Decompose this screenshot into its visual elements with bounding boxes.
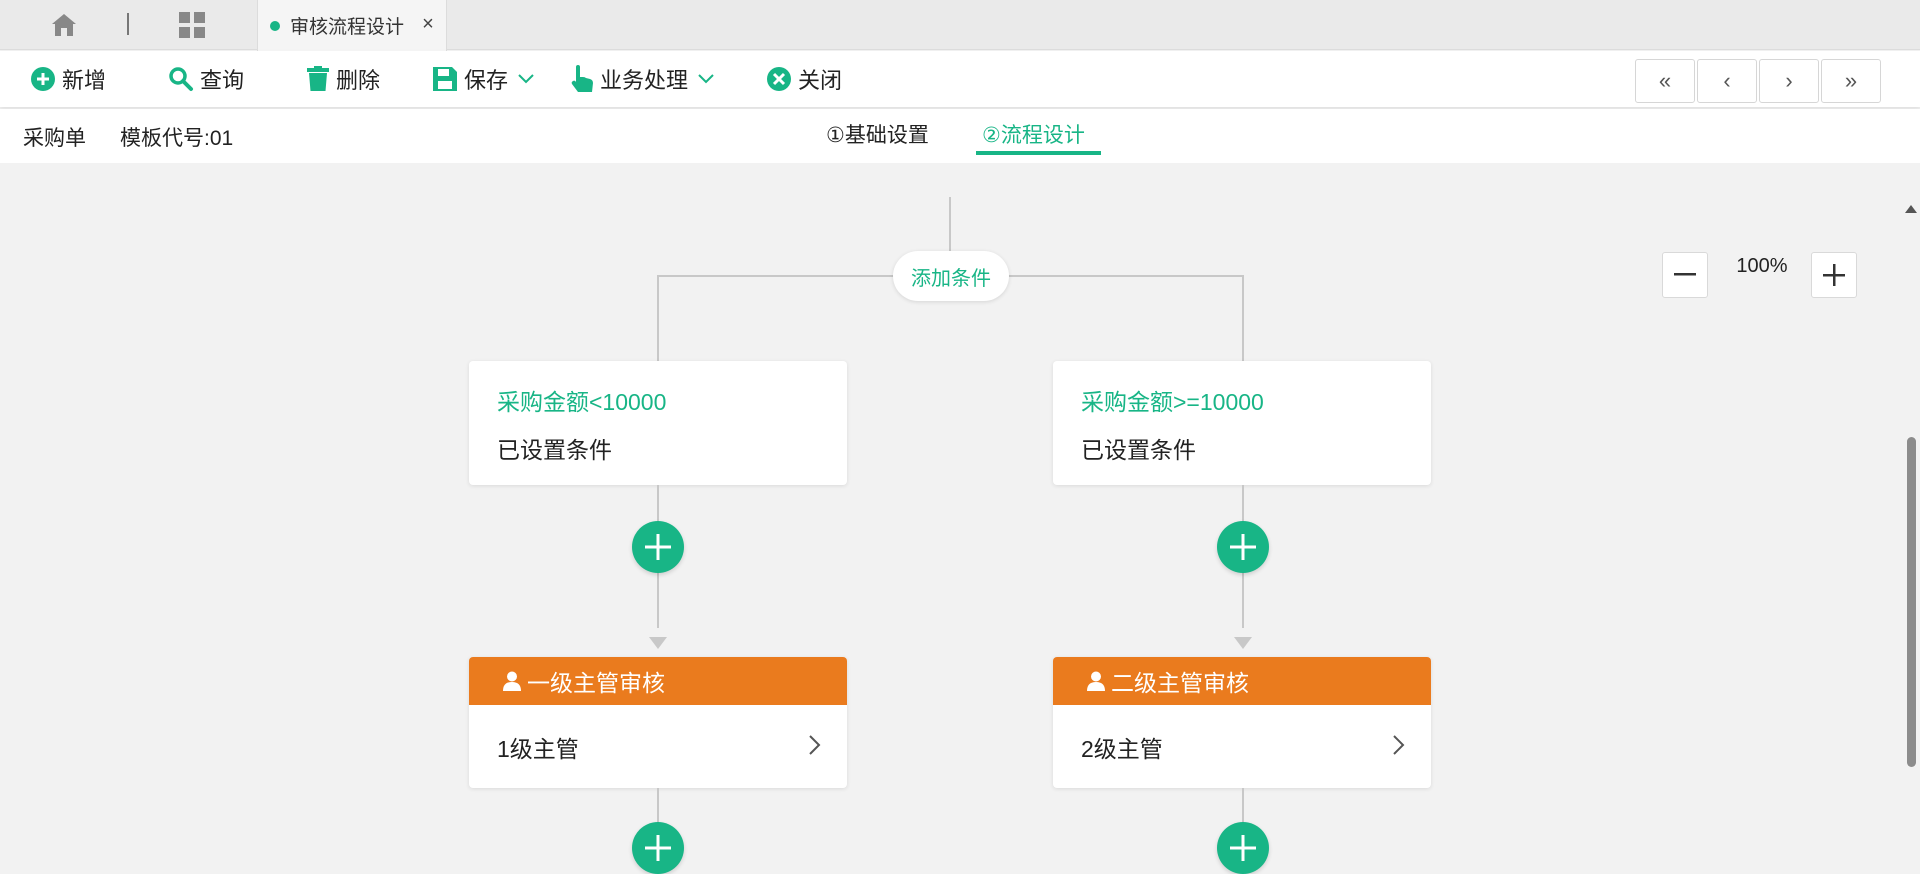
tab-active-dot xyxy=(270,20,280,31)
plus-icon xyxy=(1823,264,1845,286)
chevron-down-icon[interactable] xyxy=(518,74,534,84)
arrow-down-icon xyxy=(1234,637,1252,649)
connector-line xyxy=(949,197,951,251)
prev-record-button[interactable]: ‹ xyxy=(1697,59,1757,103)
step-flow-design[interactable]: ②流程设计 xyxy=(982,119,1085,149)
approver-header: 一级主管审核 xyxy=(469,657,847,705)
close-button-label: 关闭 xyxy=(798,68,843,93)
add-node-button[interactable] xyxy=(1217,521,1269,573)
approver-title: 一级主管审核 xyxy=(527,670,665,696)
next-record-button[interactable]: › xyxy=(1759,59,1819,103)
scroll-up-arrow-icon[interactable] xyxy=(1905,205,1917,213)
condition-status: 已设置条件 xyxy=(1081,437,1196,463)
save-button[interactable]: 保存 xyxy=(432,61,540,97)
approver-card-right[interactable]: 二级主管审核 2级主管 xyxy=(1053,657,1431,788)
scrollbar-thumb[interactable] xyxy=(1907,437,1916,767)
business-process-label: 业务处理 xyxy=(600,68,689,93)
search-icon xyxy=(169,67,193,91)
approver-card-left[interactable]: 一级主管审核 1级主管 xyxy=(469,657,847,788)
approver-header: 二级主管审核 xyxy=(1053,657,1431,705)
zoom-level: 100% xyxy=(1736,255,1788,277)
arrow-down-icon xyxy=(649,637,667,649)
query-button-label: 查询 xyxy=(200,68,245,93)
plus-circle-icon xyxy=(31,67,55,91)
condition-status: 已设置条件 xyxy=(497,437,612,463)
tab-label: 审核流程设计 xyxy=(290,17,405,38)
approver-body: 1级主管 xyxy=(469,705,847,788)
template-code-label: 模板代号:01 xyxy=(120,127,234,150)
chevron-down-icon[interactable] xyxy=(698,74,714,84)
add-button-label: 新增 xyxy=(62,68,107,93)
toolbar: 新增 查询 删除 保存 业务处理 关闭 « ‹ › » xyxy=(0,51,1920,107)
delete-button[interactable]: 删除 xyxy=(306,61,380,97)
chevron-left-icon: ‹ xyxy=(1723,68,1731,93)
plus-icon xyxy=(645,835,671,861)
first-record-button[interactable]: « xyxy=(1635,59,1695,103)
add-condition-button[interactable]: 添加条件 xyxy=(893,251,1009,301)
chevron-right-icon: › xyxy=(1785,68,1793,93)
approver-value: 1级主管 xyxy=(497,735,579,762)
apps-tab[interactable] xyxy=(172,9,212,41)
user-icon xyxy=(1087,671,1105,691)
business-process-button[interactable]: 业务处理 xyxy=(570,61,720,97)
condition-title: 采购金额>=10000 xyxy=(1081,389,1264,415)
zoom-out-button[interactable] xyxy=(1662,252,1708,298)
home-tab[interactable] xyxy=(44,11,84,39)
connector-line xyxy=(1242,275,1244,361)
close-circle-icon xyxy=(767,67,791,91)
tab-bar: 审核流程设计 × xyxy=(0,0,1920,51)
query-button[interactable]: 查询 xyxy=(168,61,244,97)
chevron-right-icon xyxy=(809,735,821,755)
hand-pointer-icon xyxy=(571,65,593,92)
close-button[interactable]: 关闭 xyxy=(766,61,842,97)
double-chevron-right-icon: » xyxy=(1844,68,1858,93)
zoom-in-button[interactable] xyxy=(1811,252,1857,298)
approver-value: 2级主管 xyxy=(1081,735,1163,762)
plus-icon xyxy=(1230,835,1256,861)
flow-canvas[interactable]: 添加条件 采购金额<10000 已设置条件 一级主管审核 1级主管 采购金额>=… xyxy=(0,197,1904,874)
save-icon xyxy=(433,67,457,91)
delete-button-label: 删除 xyxy=(336,68,381,93)
tab-close-button[interactable]: × xyxy=(418,13,438,35)
connector-line xyxy=(657,275,659,361)
minus-icon xyxy=(1674,273,1696,276)
add-button[interactable]: 新增 xyxy=(30,61,106,97)
approver-body: 2级主管 xyxy=(1053,705,1431,788)
double-chevron-left-icon: « xyxy=(1658,68,1672,93)
info-row: 采购单 模板代号:01 ①基础设置 ②流程设计 xyxy=(0,109,1920,163)
last-record-button[interactable]: » xyxy=(1821,59,1881,103)
condition-title: 采购金额<10000 xyxy=(497,389,667,415)
condition-card-left[interactable]: 采购金额<10000 已设置条件 xyxy=(469,361,847,485)
active-step-indicator xyxy=(976,151,1101,155)
save-button-label: 保存 xyxy=(464,68,509,93)
step-basic-settings[interactable]: ①基础设置 xyxy=(826,119,929,149)
add-node-button[interactable] xyxy=(1217,822,1269,874)
chevron-right-icon xyxy=(1393,735,1405,755)
doc-type-label: 采购单 xyxy=(23,127,86,150)
approver-title: 二级主管审核 xyxy=(1111,670,1249,696)
grid-icon xyxy=(179,12,205,38)
plus-icon xyxy=(645,534,671,560)
user-icon xyxy=(503,671,521,691)
trash-icon xyxy=(307,66,329,91)
add-node-button[interactable] xyxy=(632,822,684,874)
tab-divider xyxy=(127,13,129,35)
plus-icon xyxy=(1230,534,1256,560)
home-icon xyxy=(52,14,76,36)
condition-card-right[interactable]: 采购金额>=10000 已设置条件 xyxy=(1053,361,1431,485)
add-node-button[interactable] xyxy=(632,521,684,573)
tab-audit-flow-design[interactable]: 审核流程设计 × xyxy=(257,0,447,51)
